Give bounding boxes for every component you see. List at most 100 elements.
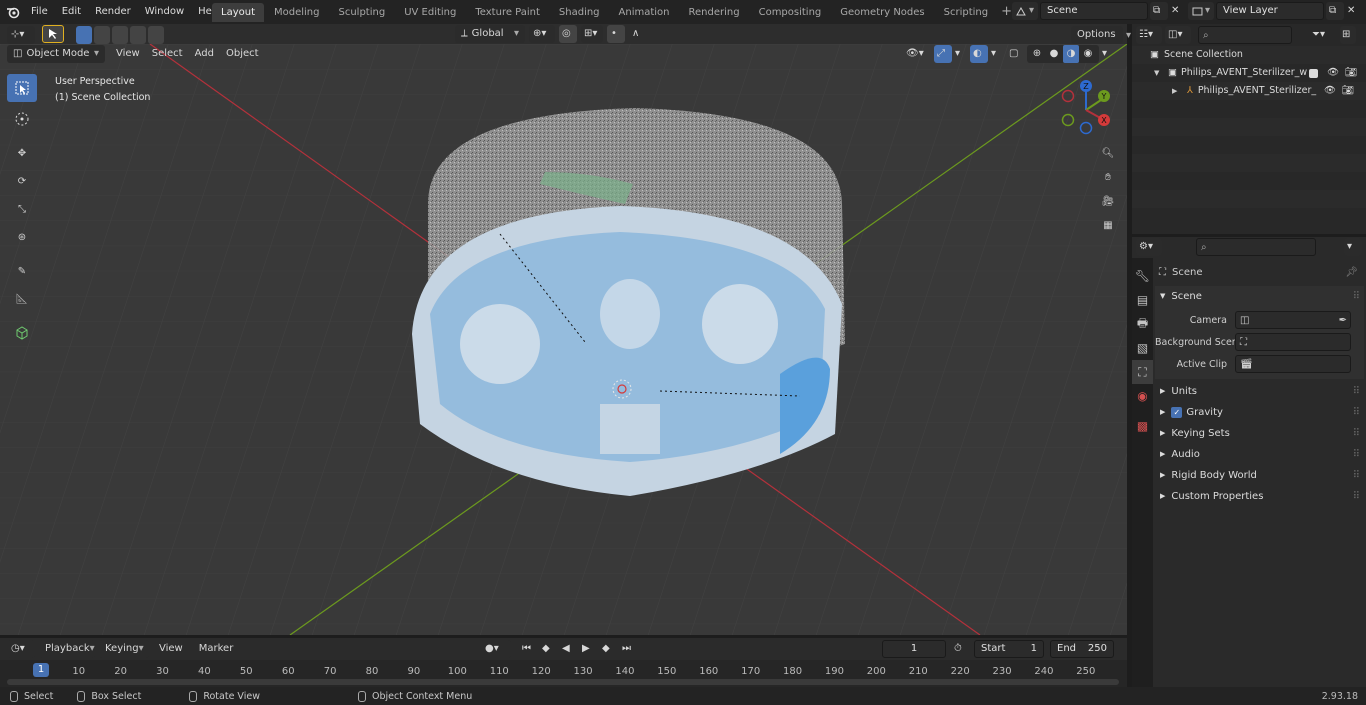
units-panel-header[interactable]: ▶ Units ⠿ <box>1155 381 1364 402</box>
play-icon[interactable]: ▶ <box>579 640 597 658</box>
tab-layout[interactable]: Layout <box>212 3 264 22</box>
view-layer-properties-tab-icon[interactable]: ▧ <box>1132 336 1153 360</box>
properties-options-icon[interactable]: ▾ <box>1344 238 1362 256</box>
editor-type-icon[interactable]: ⊹▾ <box>7 26 35 44</box>
visibility-icon[interactable]: 👁︎▾ <box>903 45 931 63</box>
drag-handle-icon[interactable]: ⠿ <box>1353 465 1360 486</box>
filter-icon[interactable]: ⏷▾ <box>1309 26 1337 44</box>
expand-arrow-icon[interactable]: ▼ <box>1154 64 1164 82</box>
scale-tool-icon[interactable]: ⤡ <box>7 195 37 223</box>
rendered-shading-icon[interactable]: ◉ <box>1080 45 1096 63</box>
keying-menu[interactable]: Keying ▾ <box>99 640 149 658</box>
wireframe-shading-icon[interactable]: ⊕ <box>1029 45 1045 63</box>
drag-handle-icon[interactable]: ⠿ <box>1353 423 1360 444</box>
timeline-editor-type-icon[interactable]: ◷▾ <box>7 640 35 658</box>
end-frame-field[interactable]: End 250 <box>1050 640 1114 658</box>
properties-search-input[interactable]: ⌕ <box>1196 238 1316 256</box>
xray-toggle-icon[interactable]: ▢ <box>1006 45 1024 63</box>
outliner-editor-type-icon[interactable]: ☷▾ <box>1136 26 1162 44</box>
pivot-point-icon[interactable]: ⊕▾ <box>529 25 555 43</box>
scene-selector[interactable]: ▾ Scene ⧉ ✕ <box>1012 2 1184 20</box>
drag-handle-icon[interactable]: ⠿ <box>1353 444 1360 465</box>
chevron-down-icon[interactable]: ▾ <box>991 45 1003 63</box>
move-tool-icon[interactable]: ✥ <box>7 139 37 167</box>
camera-render-icon[interactable]: 📷︎ <box>1342 82 1354 100</box>
snap-target-icon[interactable]: ⊞▾ <box>581 25 603 43</box>
outliner-row-object[interactable]: ▶ ⅄ Philips_AVENT_Sterilizer_ 👁︎ 📷︎ <box>1132 82 1366 100</box>
active-clip-field[interactable]: 🎬︎ <box>1235 355 1351 373</box>
scene-browse-icon[interactable]: ▾ <box>1012 2 1038 20</box>
timeline-menu-marker[interactable]: Marker <box>193 640 240 658</box>
camera-render-icon[interactable]: 📷︎ <box>1345 64 1357 82</box>
drag-handle-icon[interactable]: ⠿ <box>1353 486 1360 507</box>
perspective-grid-icon[interactable]: ▦ <box>1098 213 1118 237</box>
timeline-ruler[interactable]: 1 10 20 30 40 50 60 70 80 90 100 110 120 130 140 150 160… <box>0 660 1127 687</box>
new-collection-icon[interactable]: ⊞ <box>1340 26 1356 44</box>
navigation-gizmo[interactable]: Z Y X <box>1056 74 1116 140</box>
mode-subtract-selection-icon[interactable] <box>112 26 128 44</box>
cursor-tool-icon[interactable] <box>7 105 37 133</box>
menu-file[interactable]: File <box>24 0 55 24</box>
select-tweak-icon[interactable] <box>42 25 64 43</box>
menu-edit[interactable]: Edit <box>55 0 88 24</box>
playback-menu[interactable]: Playback ▾ <box>39 640 95 658</box>
view-layer-name-field[interactable]: View Layer <box>1216 2 1324 20</box>
jump-to-start-icon[interactable]: ⏮ <box>519 640 537 658</box>
object-mode-dropdown[interactable]: ◫ Object Mode ▾ <box>7 45 105 63</box>
mode-new-selection-icon[interactable] <box>76 26 92 44</box>
outliner-search-input[interactable]: ⌕ <box>1198 26 1292 44</box>
gravity-checkbox-icon[interactable]: ✓ <box>1171 407 1183 418</box>
timeline-scrollbar[interactable] <box>7 679 1119 685</box>
custom-properties-panel-header[interactable]: ▶ Custom Properties ⠿ <box>1155 486 1364 507</box>
overlays-toggle-icon[interactable]: ◐ <box>970 45 988 63</box>
tab-geometry-nodes[interactable]: Geometry Nodes <box>831 3 933 22</box>
texture-properties-tab-icon[interactable]: ▩ <box>1132 414 1153 438</box>
audio-panel-header[interactable]: ▶ Audio ⠿ <box>1155 444 1364 465</box>
jump-to-end-icon[interactable]: ⏭ <box>619 640 637 658</box>
current-frame-field[interactable]: 1 <box>882 640 946 658</box>
transform-orientation-dropdown[interactable]: ⟂ Global ▾ <box>455 25 525 43</box>
chevron-down-icon[interactable]: ▾ <box>1102 45 1114 63</box>
add-cube-tool-icon[interactable] <box>7 319 37 347</box>
viewport-canvas[interactable] <box>0 44 1127 635</box>
outliner-row-scene-collection[interactable]: ▣ Scene Collection <box>1132 46 1366 64</box>
options-button[interactable]: Options <box>1071 26 1123 44</box>
tab-shading[interactable]: Shading <box>550 3 609 22</box>
mode-extend-selection-icon[interactable] <box>94 26 110 44</box>
material-shading-icon[interactable]: ◑ <box>1063 45 1079 63</box>
play-reverse-icon[interactable]: ◀ <box>559 640 577 658</box>
delete-view-layer-icon[interactable]: ✕ <box>1344 2 1360 20</box>
properties-editor-type-icon[interactable]: ⚙▾ <box>1136 238 1162 256</box>
blender-logo-icon[interactable] <box>6 0 20 24</box>
mode-invert-selection-icon[interactable] <box>130 26 146 44</box>
new-scene-icon[interactable]: ⧉ <box>1150 2 1168 20</box>
snap-icon[interactable]: ◎ <box>559 25 577 43</box>
camera-field[interactable]: ◫ ✒ <box>1235 311 1351 329</box>
keying-sets-panel-header[interactable]: ▶ Keying Sets ⠿ <box>1155 423 1364 444</box>
scene-panel-header[interactable]: ▼ Scene ⠿ <box>1155 286 1364 307</box>
annotate-tool-icon[interactable]: ✎ <box>7 257 37 285</box>
eyedropper-icon[interactable]: ✒ <box>1339 315 1347 326</box>
world-properties-tab-icon[interactable]: ◉ <box>1132 384 1153 408</box>
jump-to-keyframe-prev-icon[interactable]: ◆ <box>539 640 557 658</box>
drag-handle-icon[interactable]: ⠿ <box>1353 286 1360 307</box>
proportional-editing-icon[interactable]: • <box>607 25 625 43</box>
gravity-panel-header[interactable]: ▶ ✓ Gravity ⠿ <box>1155 402 1364 423</box>
drag-handle-icon[interactable]: ⠿ <box>1353 402 1360 423</box>
background-scene-field[interactable]: ⛶ <box>1235 333 1351 351</box>
jump-to-keyframe-next-icon[interactable]: ◆ <box>599 640 617 658</box>
menu-render[interactable]: Render <box>88 0 138 24</box>
timeline-menu-view[interactable]: View <box>153 640 189 658</box>
view-layer-selector[interactable]: ▾ View Layer ⧉ ✕ <box>1188 2 1360 20</box>
tab-modeling[interactable]: Modeling <box>265 3 329 22</box>
tool-properties-tab-icon[interactable]: 🔧︎ <box>1132 264 1153 288</box>
new-view-layer-icon[interactable]: ⧉ <box>1326 2 1344 20</box>
menu-add[interactable]: Add <box>189 45 220 63</box>
scene-properties-tab-icon[interactable]: ⛶ <box>1132 360 1153 384</box>
tab-sculpting[interactable]: Sculpting <box>330 3 395 22</box>
editor-type-selector[interactable]: ⊹▾ <box>7 26 35 44</box>
tab-animation[interactable]: Animation <box>610 3 679 22</box>
options-dropdown[interactable]: Options ▾ <box>1071 26 1131 44</box>
view-layer-browse-icon[interactable]: ▾ <box>1188 2 1214 20</box>
pan-hand-icon[interactable]: ✋︎ <box>1098 165 1118 189</box>
